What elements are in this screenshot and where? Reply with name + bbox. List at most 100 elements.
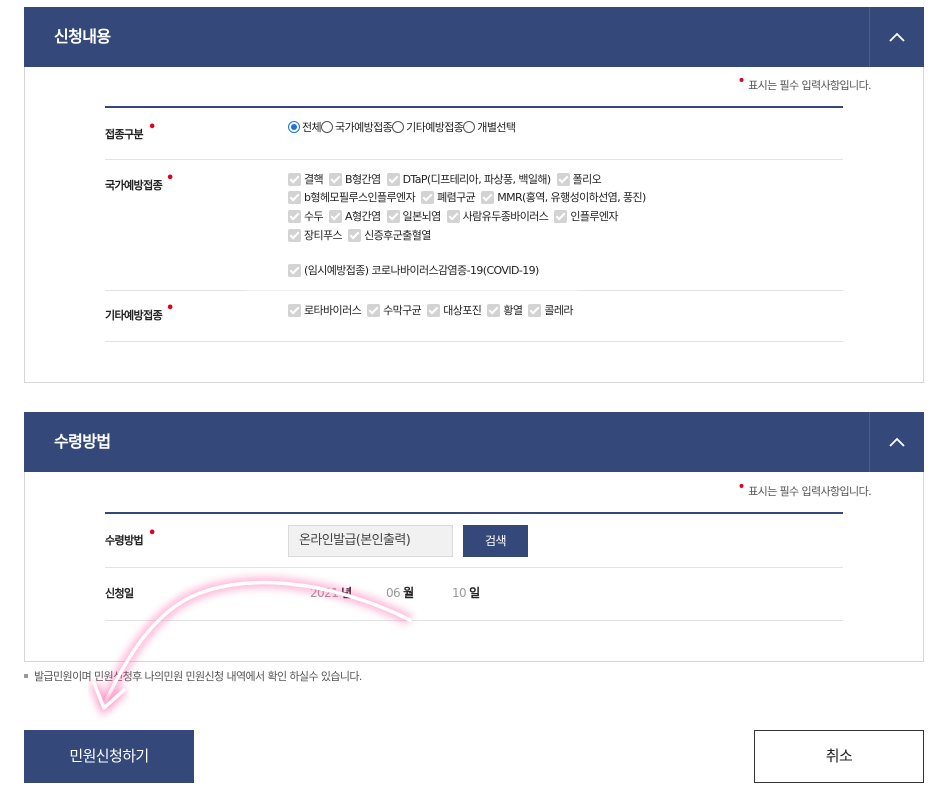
required-note: • 표시는 필수 입력사항입니다. [737, 479, 871, 498]
checkbox-box [288, 228, 301, 242]
national-checkbox-line-3: 수두 A형간염 일본뇌염 사람유두종바이러스 인플루엔자 [288, 208, 624, 224]
national-checkbox-line-1: 결핵 B형간염 DTaP(디프테리아, 파상풍, 백일해) 폴리오 [288, 171, 607, 187]
label-application-date: 신청일 [105, 587, 134, 600]
divider [105, 620, 843, 621]
checkbox-box [421, 190, 435, 204]
checkbox-label: 수막구균 [383, 304, 422, 317]
chevron-up-icon [889, 32, 905, 42]
section-header-application: 신청내용 [24, 7, 924, 67]
radio-label: 전체 [302, 121, 322, 134]
checkbox-label: 대상포진 [443, 304, 482, 317]
radio-label: 개별선택 [477, 121, 516, 134]
submit-application-button[interactable]: 민원신청하기 [24, 730, 194, 783]
radio-label: 기타예방접종 [406, 121, 464, 134]
radio-label: 국가예방접종 [335, 121, 393, 134]
checkbox-label: A형간염 [345, 210, 381, 223]
checkbox-varicella[interactable]: 수두 [288, 208, 324, 224]
section-title: 수령방법 [54, 432, 111, 451]
national-checkbox-line-5: (임시예방접종) 코로나바이러스감염증-19(COVID-19) [288, 262, 545, 278]
checkbox-typhoid[interactable]: 장티푸스 [288, 227, 343, 243]
checkbox-hfrs[interactable]: 신증후군출혈열 [348, 227, 431, 243]
national-checkbox-line-4: 장티푸스 신증후군출혈열 [288, 227, 437, 243]
radio-circle [321, 121, 334, 133]
checkbox-label: B형간염 [345, 173, 381, 186]
checkbox-yellow-fever[interactable]: 황열 [487, 302, 523, 318]
checkbox-box [329, 209, 343, 223]
national-checkbox-line-2: b형헤모필루스인플루엔자 폐렴구균 MMR(홍역, 유행성이하선염, 풍진) [288, 189, 652, 205]
radio-circle [463, 121, 476, 133]
required-note: • 표시는 필수 입력사항입니다. [737, 73, 871, 92]
checkbox-label: 콜레라 [544, 304, 573, 317]
date-month: 06 월 [386, 586, 414, 600]
checkbox-label: 로타바이러스 [304, 304, 362, 317]
checkbox-label: 수두 [304, 210, 324, 223]
radio-circle-checked [288, 121, 300, 133]
checkbox-box [288, 209, 301, 223]
checkbox-label: MMR(홍역, 유행성이하선염, 풍진) [497, 191, 646, 204]
checkbox-label: 폐렴구균 [437, 191, 476, 204]
checkbox-box [288, 263, 301, 277]
checkbox-meningococcal[interactable]: 수막구균 [367, 302, 422, 318]
checkbox-label: 결핵 [304, 173, 324, 186]
cancel-button[interactable]: 취소 [754, 730, 924, 783]
checkbox-label: 인플루엔자 [570, 210, 618, 223]
radio-national[interactable]: 국가예방접종 [321, 119, 393, 135]
collapse-toggle-application[interactable] [869, 7, 924, 67]
divider [105, 106, 843, 108]
date-day: 10 일 [452, 586, 480, 600]
radio-individual[interactable]: 개별선택 [463, 119, 516, 135]
radio-other[interactable]: 기타예방접종 [392, 119, 464, 135]
checkbox-covid19[interactable]: (임시예방접종) 코로나바이러스감염증-19(COVID-19) [288, 262, 539, 278]
section-header-receipt: 수령방법 [24, 412, 924, 472]
checkbox-label: (임시예방접종) 코로나바이러스감염증-19(COVID-19) [304, 264, 539, 277]
checkbox-label: DTaP(디프테리아, 파상풍, 백일해) [402, 173, 552, 186]
checkbox-box [554, 209, 568, 223]
radio-circle [392, 121, 405, 133]
section-title: 신청내용 [54, 27, 111, 46]
other-checkbox-line: 로타바이러스 수막구균 대상포진 황열 콜레라 [288, 302, 579, 318]
checkbox-label: 사람유두종바이러스 [462, 210, 549, 223]
checkbox-hepa[interactable]: A형간염 [329, 208, 381, 224]
checkbox-box [386, 209, 400, 223]
divider [105, 567, 843, 568]
checkbox-label: 장티푸스 [304, 229, 343, 242]
checkbox-box [446, 209, 460, 223]
checkbox-box [367, 303, 381, 317]
checkbox-hib[interactable]: b형헤모필루스인플루엔자 [288, 189, 416, 205]
checkbox-cholera[interactable]: 콜레라 [528, 302, 574, 318]
checkbox-influenza[interactable]: 인플루엔자 [554, 208, 619, 224]
receipt-method-field[interactable]: 온라인발급(본인출력) [288, 525, 453, 557]
label-national-vaccination: 국가예방접종 • [105, 171, 174, 192]
checkbox-box [288, 172, 301, 186]
label-other-vaccination: 기타예방접종 • [105, 301, 174, 322]
checkbox-hepb[interactable]: B형간염 [329, 171, 381, 187]
checkbox-label: 폴리오 [572, 173, 602, 186]
divider [105, 512, 843, 514]
checkbox-bcg[interactable]: 결핵 [288, 171, 324, 187]
checkbox-box [427, 303, 441, 317]
checkbox-polio[interactable]: 폴리오 [556, 171, 602, 187]
collapse-toggle-receipt[interactable] [869, 412, 924, 472]
radio-all[interactable]: 전체 [288, 119, 322, 135]
label-receipt-method: 수령방법 • [105, 526, 156, 547]
checkbox-label: 신증후군출혈열 [364, 229, 431, 242]
checkbox-box [556, 172, 570, 186]
checkbox-box [329, 172, 343, 186]
checkbox-box [481, 190, 495, 204]
divider [105, 159, 843, 160]
checkbox-dtap[interactable]: DTaP(디프테리아, 파상풍, 백일해) [386, 171, 552, 187]
chevron-up-icon [889, 437, 905, 447]
search-button[interactable]: 검색 [463, 525, 528, 557]
checkbox-rotavirus[interactable]: 로타바이러스 [288, 302, 362, 318]
checkbox-zoster[interactable]: 대상포진 [427, 302, 482, 318]
label-vaccination-type: 접종구분 • [105, 120, 156, 141]
section-body-application [24, 67, 924, 383]
vaccination-type-radio-group: 전체 국가예방접종 기타예방접종 개별선택 [288, 119, 516, 135]
checkbox-label: 황열 [503, 304, 523, 317]
checkbox-pneumococcal[interactable]: 폐렴구균 [421, 189, 476, 205]
date-year: 2021 년 [310, 586, 352, 600]
checkbox-je[interactable]: 일본뇌염 [386, 208, 441, 224]
checkbox-hpv[interactable]: 사람유두종바이러스 [446, 208, 549, 224]
checkbox-box [288, 190, 301, 204]
checkbox-mmr[interactable]: MMR(홍역, 유행성이하선염, 풍진) [481, 189, 646, 205]
